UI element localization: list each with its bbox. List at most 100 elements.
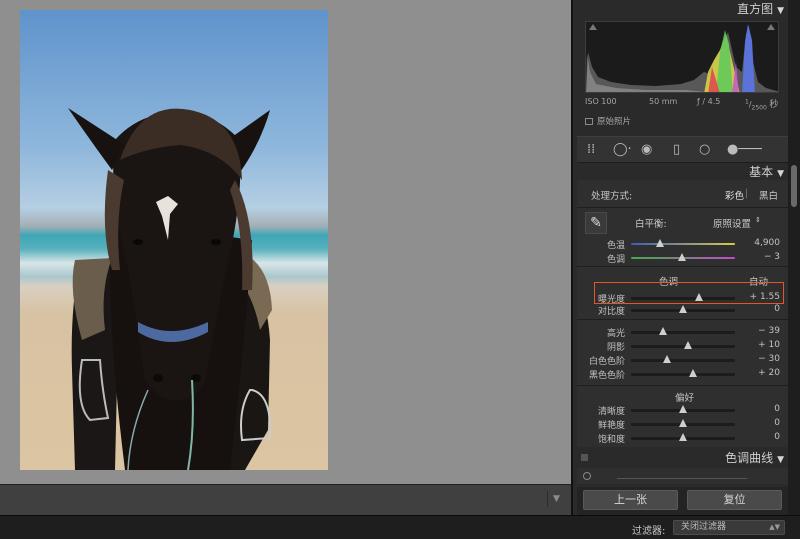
tone-curve-title: 色调曲线 — [725, 451, 774, 465]
graduated-filter-icon[interactable]: ▯ — [673, 141, 680, 159]
panel-scrollbar[interactable] — [788, 0, 800, 515]
slider-track[interactable] — [631, 433, 735, 441]
collapse-triangle-icon: ▼ — [777, 169, 784, 179]
slider-label: 鲜艳度 — [597, 421, 625, 431]
slider-value[interactable]: 4,900 — [746, 238, 780, 248]
scroll-thumb[interactable] — [791, 165, 797, 207]
slider-track[interactable] — [631, 239, 735, 247]
panel-button-bar: 上一张 复位 — [577, 487, 788, 515]
tool-strip: ⁞⁞ ◯· ◉ ▯ ○ ●─── — [577, 136, 788, 163]
filter-value: 关闭过滤器 — [681, 522, 727, 532]
radial-filter-icon[interactable]: ○ — [699, 141, 710, 159]
shadow-clipping-icon[interactable] — [589, 24, 597, 30]
slider-label: 饱和度 — [597, 435, 625, 445]
filmstrip-toolbar: ▼ — [0, 484, 571, 515]
slider-track[interactable] — [631, 369, 735, 377]
slider-thumb[interactable] — [659, 327, 668, 335]
slider-value[interactable]: 0 — [746, 404, 780, 414]
slider-track[interactable] — [631, 253, 735, 261]
slider-track[interactable] — [631, 355, 735, 363]
slider-label: 色温 — [606, 241, 625, 251]
slider-thumb[interactable] — [656, 239, 665, 247]
slider-label: 色调 — [606, 255, 625, 265]
slider-row: 黑色色阶 + 20 — [577, 368, 788, 382]
slider-track[interactable] — [631, 341, 735, 349]
slider-value[interactable]: − 30 — [746, 354, 780, 364]
basic-header[interactable]: 基本 ▼ — [577, 163, 788, 181]
reset-button[interactable]: 复位 — [687, 490, 782, 510]
histogram-graph — [586, 24, 778, 92]
shutter-speed: 1/2500 秒 — [745, 98, 779, 112]
slider-row: 高光 − 39 — [577, 326, 788, 340]
panel-switch-icon[interactable] — [581, 454, 588, 461]
checkbox-icon — [585, 118, 593, 125]
treatment-label: 处理方式: — [591, 191, 633, 202]
basic-title: 基本 — [749, 165, 774, 179]
tone-curve-header[interactable]: 色调曲线 ▼ — [577, 449, 788, 467]
slider-track[interactable] — [631, 327, 735, 335]
slider-track[interactable] — [631, 405, 735, 413]
select-arrows-icon: ⇕ — [755, 216, 761, 224]
slider-value[interactable]: 0 — [746, 304, 780, 314]
original-photo-toggle[interactable]: 原始照片 — [585, 115, 705, 127]
histogram[interactable] — [585, 21, 779, 93]
slider-thumb[interactable] — [663, 355, 672, 363]
slider-row: 对比度 0 — [577, 304, 788, 318]
brush-icon[interactable]: ●─── — [727, 141, 762, 159]
photo-preview — [20, 10, 328, 470]
slider-value[interactable]: − 39 — [746, 326, 780, 336]
slider-label: 黑色色阶 — [588, 371, 625, 381]
chevron-down-icon[interactable]: ▼ — [547, 491, 565, 507]
slider-thumb[interactable] — [689, 369, 698, 377]
slider-thumb[interactable] — [679, 405, 687, 413]
previous-button[interactable]: 上一张 — [583, 490, 678, 510]
basic-panel: 处理方式: 彩色 | 黑白 ✎ 白平衡: 原照设置 ⇕ 色调 自动 偏好 色温 4… — [577, 180, 788, 447]
slider-thumb[interactable] — [684, 341, 693, 349]
wb-select[interactable]: 原照设置 — [713, 216, 751, 230]
slider-label: 高光 — [606, 329, 625, 339]
histogram-header[interactable]: 直方图 ▼ — [577, 0, 788, 18]
slider-label: 对比度 — [597, 307, 625, 317]
bottom-filter-bar: 过滤器: 关闭过滤器 ▲▼ — [0, 515, 800, 539]
slider-value[interactable]: + 10 — [746, 340, 780, 350]
target-adjust-icon[interactable] — [583, 472, 591, 480]
treatment-bw-option[interactable]: 黑白 — [759, 188, 778, 202]
slider-label: 阴影 — [606, 343, 625, 353]
develop-right-panel: 直方图 ▼ ISO 100 50 mm ƒ / 4.5 1/2500 秒 原始照片… — [571, 0, 800, 515]
treatment-color-option[interactable]: 彩色 — [725, 188, 744, 202]
spot-removal-icon[interactable]: ◯· — [613, 141, 632, 159]
slider-thumb[interactable] — [677, 253, 686, 261]
slider-track[interactable] — [631, 305, 735, 313]
slider-value[interactable]: 0 — [746, 432, 780, 442]
photo-canvas — [0, 0, 571, 484]
exposure-highlight — [594, 282, 784, 304]
collapse-triangle-icon: ▼ — [777, 455, 784, 465]
slider-row: 色温 4,900 — [577, 238, 788, 252]
histogram-info: ISO 100 50 mm ƒ / 4.5 1/2500 秒 — [585, 97, 779, 112]
filter-label: 过滤器: — [632, 526, 666, 537]
slider-row: 清晰度 0 — [577, 404, 788, 418]
original-photo-label: 原始照片 — [597, 117, 632, 127]
slider-row: 色调 − 3 — [577, 252, 788, 266]
tone-curve-preview — [577, 468, 788, 484]
slider-row: 阴影 + 10 — [577, 340, 788, 354]
slider-thumb[interactable] — [679, 305, 687, 313]
select-arrows-icon: ▲▼ — [769, 523, 780, 531]
focal-length: 50 mm — [649, 97, 678, 106]
slider-row: 鲜艳度 0 — [577, 418, 788, 432]
eyedropper-icon[interactable]: ✎ — [585, 212, 607, 234]
slider-label: 白色色阶 — [588, 357, 625, 367]
filter-select[interactable]: 关闭过滤器 ▲▼ — [673, 520, 785, 535]
highlight-clipping-icon[interactable] — [767, 24, 775, 30]
slider-thumb[interactable] — [679, 419, 687, 427]
slider-thumb[interactable] — [679, 433, 687, 441]
red-eye-icon[interactable]: ◉ — [641, 141, 652, 159]
horse-image — [68, 108, 272, 470]
crop-grid-icon[interactable]: ⁞⁞ — [587, 141, 595, 159]
slider-value[interactable]: + 20 — [746, 368, 780, 378]
collapse-triangle-icon: ▼ — [777, 6, 784, 16]
slider-track[interactable] — [631, 419, 735, 427]
wb-label: 白平衡: — [635, 219, 667, 230]
slider-value[interactable]: 0 — [746, 418, 780, 428]
slider-value[interactable]: − 3 — [746, 252, 780, 262]
